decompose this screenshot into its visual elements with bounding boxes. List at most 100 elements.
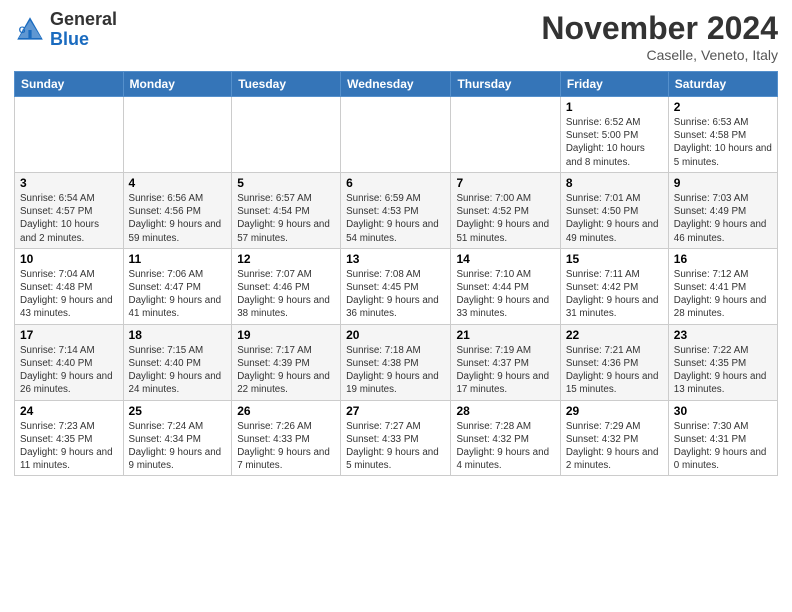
day-info: Sunrise: 6:57 AM Sunset: 4:54 PM Dayligh… bbox=[237, 192, 335, 245]
table-row: 16 Sunrise: 7:12 AM Sunset: 4:41 PM Dayli… bbox=[668, 248, 777, 324]
day-number: 29 bbox=[566, 404, 663, 418]
day-info: Sunrise: 7:04 AM Sunset: 4:48 PM Dayligh… bbox=[20, 268, 118, 321]
table-row bbox=[123, 97, 232, 173]
table-row: 9 Sunrise: 7:03 AM Sunset: 4:49 PM Daylig… bbox=[668, 172, 777, 248]
table-row bbox=[451, 97, 560, 173]
table-row: 18 Sunrise: 7:15 AM Sunset: 4:40 PM Dayli… bbox=[123, 324, 232, 400]
table-row: 3 Sunrise: 6:54 AM Sunset: 4:57 PM Daylig… bbox=[15, 172, 124, 248]
day-number: 13 bbox=[346, 252, 445, 266]
day-info: Sunrise: 7:10 AM Sunset: 4:44 PM Dayligh… bbox=[456, 268, 554, 321]
day-number: 21 bbox=[456, 328, 554, 342]
day-number: 11 bbox=[129, 252, 227, 266]
day-info: Sunrise: 6:52 AM Sunset: 5:00 PM Dayligh… bbox=[566, 116, 663, 169]
day-info: Sunrise: 7:19 AM Sunset: 4:37 PM Dayligh… bbox=[456, 344, 554, 397]
calendar-week-5: 24 Sunrise: 7:23 AM Sunset: 4:35 PM Dayli… bbox=[15, 400, 778, 476]
day-number: 20 bbox=[346, 328, 445, 342]
logo: G General Blue bbox=[14, 10, 117, 50]
table-row: 17 Sunrise: 7:14 AM Sunset: 4:40 PM Dayli… bbox=[15, 324, 124, 400]
calendar-week-2: 3 Sunrise: 6:54 AM Sunset: 4:57 PM Daylig… bbox=[15, 172, 778, 248]
header-friday: Friday bbox=[560, 72, 668, 97]
day-info: Sunrise: 7:28 AM Sunset: 4:32 PM Dayligh… bbox=[456, 420, 554, 473]
day-info: Sunrise: 7:18 AM Sunset: 4:38 PM Dayligh… bbox=[346, 344, 445, 397]
day-info: Sunrise: 7:27 AM Sunset: 4:33 PM Dayligh… bbox=[346, 420, 445, 473]
header-sunday: Sunday bbox=[15, 72, 124, 97]
day-info: Sunrise: 7:24 AM Sunset: 4:34 PM Dayligh… bbox=[129, 420, 227, 473]
day-info: Sunrise: 7:03 AM Sunset: 4:49 PM Dayligh… bbox=[674, 192, 772, 245]
table-row: 13 Sunrise: 7:08 AM Sunset: 4:45 PM Dayli… bbox=[341, 248, 451, 324]
logo-icon: G bbox=[14, 14, 46, 46]
header: G General Blue November 2024 Caselle, Ve… bbox=[14, 10, 778, 63]
day-info: Sunrise: 7:23 AM Sunset: 4:35 PM Dayligh… bbox=[20, 420, 118, 473]
table-row: 7Sunrise: 7:00 AM Sunset: 4:52 PM Daylig… bbox=[451, 172, 560, 248]
day-info: Sunrise: 6:53 AM Sunset: 4:58 PM Dayligh… bbox=[674, 116, 772, 169]
day-info: Sunrise: 7:11 AM Sunset: 4:42 PM Dayligh… bbox=[566, 268, 663, 321]
logo-general: General bbox=[50, 10, 117, 30]
day-number: 26 bbox=[237, 404, 335, 418]
table-row: 22Sunrise: 7:21 AM Sunset: 4:36 PM Dayli… bbox=[560, 324, 668, 400]
table-row: 25 Sunrise: 7:24 AM Sunset: 4:34 PM Dayli… bbox=[123, 400, 232, 476]
table-row: 5Sunrise: 6:57 AM Sunset: 4:54 PM Daylig… bbox=[232, 172, 341, 248]
day-number: 23 bbox=[674, 328, 772, 342]
day-number: 6 bbox=[346, 176, 445, 190]
day-info: Sunrise: 7:29 AM Sunset: 4:32 PM Dayligh… bbox=[566, 420, 663, 473]
day-number: 16 bbox=[674, 252, 772, 266]
table-row: 23Sunrise: 7:22 AM Sunset: 4:35 PM Dayli… bbox=[668, 324, 777, 400]
day-number: 22 bbox=[566, 328, 663, 342]
day-info: Sunrise: 7:14 AM Sunset: 4:40 PM Dayligh… bbox=[20, 344, 118, 397]
day-number: 8 bbox=[566, 176, 663, 190]
day-info: Sunrise: 7:12 AM Sunset: 4:41 PM Dayligh… bbox=[674, 268, 772, 321]
table-row: 26 Sunrise: 7:26 AM Sunset: 4:33 PM Dayli… bbox=[232, 400, 341, 476]
calendar-header-row: Sunday Monday Tuesday Wednesday Thursday… bbox=[15, 72, 778, 97]
header-wednesday: Wednesday bbox=[341, 72, 451, 97]
day-info: Sunrise: 7:26 AM Sunset: 4:33 PM Dayligh… bbox=[237, 420, 335, 473]
table-row: 12 Sunrise: 7:07 AM Sunset: 4:46 PM Dayli… bbox=[232, 248, 341, 324]
table-row: 4 Sunrise: 6:56 AM Sunset: 4:56 PM Daylig… bbox=[123, 172, 232, 248]
day-info: Sunrise: 7:07 AM Sunset: 4:46 PM Dayligh… bbox=[237, 268, 335, 321]
table-row: 27 Sunrise: 7:27 AM Sunset: 4:33 PM Dayli… bbox=[341, 400, 451, 476]
month-title: November 2024 bbox=[541, 10, 778, 47]
calendar-week-3: 10 Sunrise: 7:04 AM Sunset: 4:48 PM Dayli… bbox=[15, 248, 778, 324]
day-number: 15 bbox=[566, 252, 663, 266]
day-number: 10 bbox=[20, 252, 118, 266]
day-number: 3 bbox=[20, 176, 118, 190]
header-thursday: Thursday bbox=[451, 72, 560, 97]
calendar: Sunday Monday Tuesday Wednesday Thursday… bbox=[14, 71, 778, 476]
table-row: 8 Sunrise: 7:01 AM Sunset: 4:50 PM Daylig… bbox=[560, 172, 668, 248]
day-number: 30 bbox=[674, 404, 772, 418]
day-info: Sunrise: 6:54 AM Sunset: 4:57 PM Dayligh… bbox=[20, 192, 118, 245]
table-row bbox=[232, 97, 341, 173]
day-info: Sunrise: 7:15 AM Sunset: 4:40 PM Dayligh… bbox=[129, 344, 227, 397]
logo-text: General Blue bbox=[50, 10, 117, 50]
day-number: 27 bbox=[346, 404, 445, 418]
day-info: Sunrise: 7:08 AM Sunset: 4:45 PM Dayligh… bbox=[346, 268, 445, 321]
location: Caselle, Veneto, Italy bbox=[541, 47, 778, 63]
day-number: 14 bbox=[456, 252, 554, 266]
table-row: 10 Sunrise: 7:04 AM Sunset: 4:48 PM Dayli… bbox=[15, 248, 124, 324]
table-row: 24 Sunrise: 7:23 AM Sunset: 4:35 PM Dayli… bbox=[15, 400, 124, 476]
day-number: 4 bbox=[129, 176, 227, 190]
title-section: November 2024 Caselle, Veneto, Italy bbox=[541, 10, 778, 63]
table-row: 11 Sunrise: 7:06 AM Sunset: 4:47 PM Dayli… bbox=[123, 248, 232, 324]
day-number: 12 bbox=[237, 252, 335, 266]
day-info: Sunrise: 7:01 AM Sunset: 4:50 PM Dayligh… bbox=[566, 192, 663, 245]
table-row: 1Sunrise: 6:52 AM Sunset: 5:00 PM Daylig… bbox=[560, 97, 668, 173]
header-saturday: Saturday bbox=[668, 72, 777, 97]
day-info: Sunrise: 7:17 AM Sunset: 4:39 PM Dayligh… bbox=[237, 344, 335, 397]
day-info: Sunrise: 6:59 AM Sunset: 4:53 PM Dayligh… bbox=[346, 192, 445, 245]
day-number: 25 bbox=[129, 404, 227, 418]
day-number: 9 bbox=[674, 176, 772, 190]
day-number: 17 bbox=[20, 328, 118, 342]
day-number: 28 bbox=[456, 404, 554, 418]
table-row: 6 Sunrise: 6:59 AM Sunset: 4:53 PM Daylig… bbox=[341, 172, 451, 248]
table-row: 21 Sunrise: 7:19 AM Sunset: 4:37 PM Dayli… bbox=[451, 324, 560, 400]
day-number: 2 bbox=[674, 100, 772, 114]
table-row: 20 Sunrise: 7:18 AM Sunset: 4:38 PM Dayli… bbox=[341, 324, 451, 400]
day-number: 7 bbox=[456, 176, 554, 190]
day-number: 18 bbox=[129, 328, 227, 342]
table-row: 28 Sunrise: 7:28 AM Sunset: 4:32 PM Dayli… bbox=[451, 400, 560, 476]
day-number: 24 bbox=[20, 404, 118, 418]
day-info: Sunrise: 6:56 AM Sunset: 4:56 PM Dayligh… bbox=[129, 192, 227, 245]
svg-text:G: G bbox=[19, 25, 26, 35]
day-info: Sunrise: 7:06 AM Sunset: 4:47 PM Dayligh… bbox=[129, 268, 227, 321]
table-row: 14 Sunrise: 7:10 AM Sunset: 4:44 PM Dayli… bbox=[451, 248, 560, 324]
